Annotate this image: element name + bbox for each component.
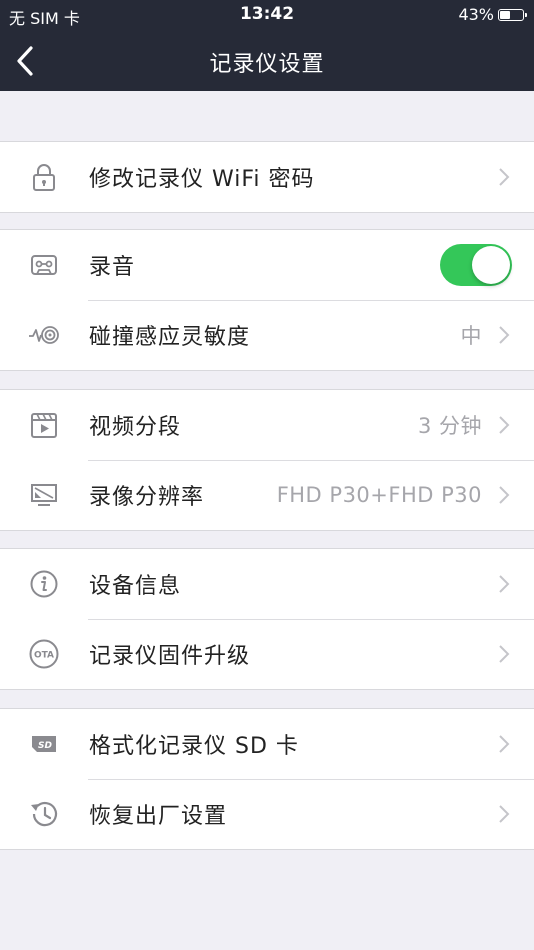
cassette-icon (28, 249, 60, 281)
battery-icon (498, 8, 527, 21)
audio-recording-toggle[interactable] (440, 244, 512, 286)
row-label: 录像分辨率 (89, 485, 205, 510)
settings-group-video: 视频分段 3 分钟 录像分辨率 FHD P30+FHD P30 (0, 389, 534, 531)
svg-text:SD: SD (38, 741, 52, 751)
top-bar: 无 SIM 卡 13:42 43% 记录仪设置 (0, 0, 534, 91)
toggle-knob (472, 246, 510, 284)
battery-percent: 43% (458, 5, 494, 24)
chevron-right-icon (499, 326, 510, 344)
page-title: 记录仪设置 (209, 52, 325, 77)
settings-group-recording: 录音 碰撞感应灵敏度 中 (0, 229, 534, 371)
row-label: 修改记录仪 WiFi 密码 (89, 167, 315, 192)
row-label: 设备信息 (89, 574, 182, 599)
row-device-info[interactable]: 设备信息 (0, 549, 534, 619)
row-factory-reset[interactable]: 恢复出厂设置 (0, 779, 534, 849)
row-audio-recording: 录音 (0, 230, 534, 300)
chevron-right-icon (499, 645, 510, 663)
row-collision-sensitivity[interactable]: 碰撞感应灵敏度 中 (0, 300, 534, 370)
chevron-right-icon (499, 805, 510, 823)
info-icon (28, 568, 60, 600)
chevron-right-icon (499, 486, 510, 504)
row-video-segment[interactable]: 视频分段 3 分钟 (0, 390, 534, 460)
chevron-right-icon (499, 575, 510, 593)
row-video-resolution[interactable]: 录像分辨率 FHD P30+FHD P30 (0, 460, 534, 530)
row-firmware-upgrade[interactable]: OTA 记录仪固件升级 (0, 619, 534, 689)
row-label: 记录仪固件升级 (89, 644, 251, 669)
sensor-icon (28, 319, 60, 351)
chevron-right-icon (499, 416, 510, 434)
restore-clock-icon (28, 798, 60, 830)
ota-icon: OTA (28, 638, 60, 670)
chevron-right-icon (499, 168, 510, 186)
row-value: 3 分钟 (417, 414, 482, 438)
row-label: 恢复出厂设置 (89, 804, 228, 829)
battery-status: 43% (458, 5, 527, 24)
status-time: 13:42 (239, 4, 295, 24)
row-label: 碰撞感应灵敏度 (89, 325, 251, 350)
settings-group-device: 设备信息 OTA 记录仪固件升级 (0, 548, 534, 690)
row-label: 格式化记录仪 SD 卡 (89, 734, 299, 759)
row-label: 录音 (89, 255, 136, 280)
resolution-monitor-icon (28, 479, 60, 511)
row-format-sd-card[interactable]: SD 格式化记录仪 SD 卡 (0, 709, 534, 779)
row-change-wifi-password[interactable]: 修改记录仪 WiFi 密码 (0, 142, 534, 212)
row-value: FHD P30+FHD P30 (276, 483, 482, 507)
sd-card-icon: SD (28, 728, 60, 760)
chevron-right-icon (499, 735, 510, 753)
row-label: 视频分段 (89, 415, 182, 440)
status-bar: 无 SIM 卡 13:42 43% (0, 0, 534, 32)
lock-icon (28, 161, 60, 193)
svg-text:OTA: OTA (34, 651, 54, 661)
settings-group-wifi: 修改记录仪 WiFi 密码 (0, 141, 534, 213)
settings-group-storage: SD 格式化记录仪 SD 卡 恢复出厂设置 (0, 708, 534, 850)
nav-bar: 记录仪设置 (0, 32, 534, 91)
film-clapper-icon (28, 409, 60, 441)
row-value: 中 (460, 324, 482, 348)
